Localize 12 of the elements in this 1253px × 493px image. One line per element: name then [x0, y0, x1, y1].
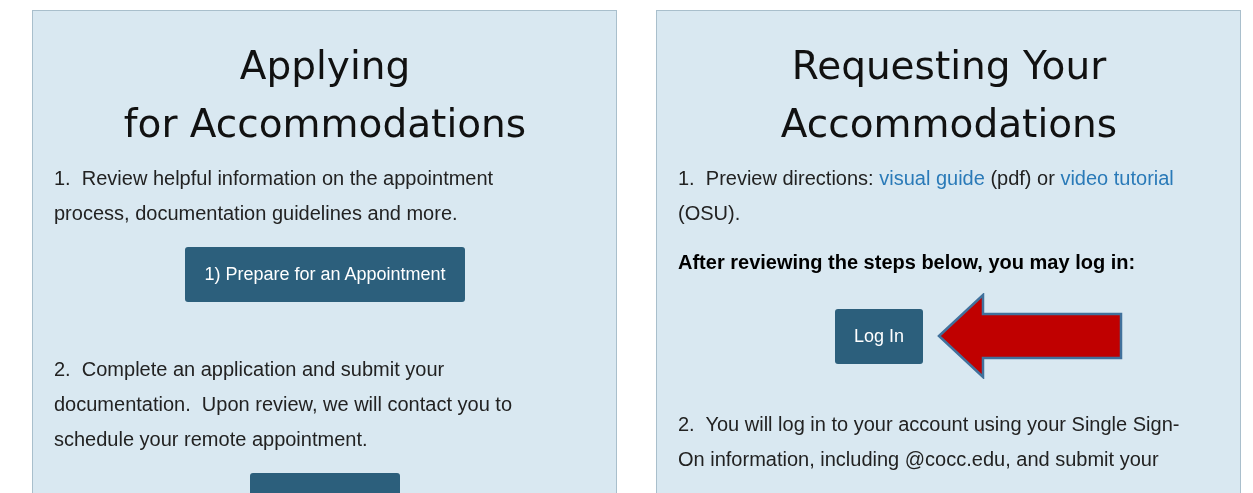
card-title: Applying for Accommodations: [122, 42, 528, 148]
step-text: 1. Preview directions: visual guide (pdf) or video tutorial (OSU).: [678, 166, 1175, 226]
step-text: 2. Complete an application and submit your documentation. Upon review, we will contact you to schedule your remote appointment.: [54, 357, 514, 452]
login-note: After reviewing the steps below, you may log in:: [678, 250, 1137, 275]
step-text: 2. You will log in to your account using your Single Sign-On information, including @cocc.edu, and submit your: [678, 412, 1181, 472]
login-button[interactable]: Log In: [835, 308, 924, 364]
arrow-icon: [937, 293, 1124, 379]
link[interactable]: video tutorial: [1060, 167, 1174, 189]
link[interactable]: visual guide: [879, 167, 985, 189]
step-text: 1. Review helpful information on the appointment process, documentation guidelines and more.: [54, 166, 495, 226]
action-button[interactable]: 1) Prepare for an Appointment: [185, 247, 465, 302]
card-title: Requesting Your Accommodations: [779, 42, 1119, 148]
